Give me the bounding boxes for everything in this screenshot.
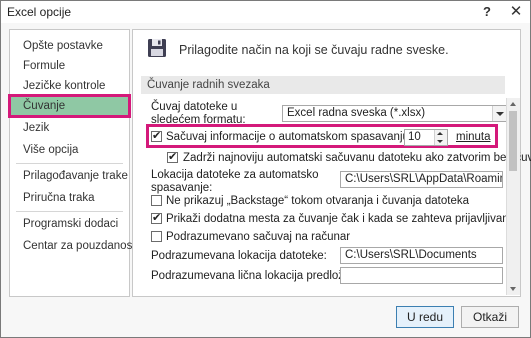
chevron-down-icon	[492, 106, 507, 121]
sidebar-item-advanced[interactable]: Više opcija	[10, 140, 129, 160]
sidebar-item-customize-ribbon[interactable]: Prilagođavanje trake	[10, 166, 129, 186]
save-to-computer-checkbox[interactable]	[151, 231, 162, 242]
save-format-dropdown[interactable]: Excel radna sveska (*.xlsx)	[282, 105, 508, 122]
options-scrollbar[interactable]	[506, 98, 520, 295]
close-icon[interactable]: ✕	[502, 1, 530, 23]
default-templates-location-input[interactable]	[340, 267, 503, 284]
no-backstage-label: Ne prikazuj „Backstage“ tokom otvaranja …	[166, 195, 469, 207]
default-local-location-input[interactable]: C:\Users\SRL\Documents	[340, 247, 503, 264]
options-sidebar: Opšte postavke Formule Jezičke kontrole …	[8, 29, 136, 297]
autosave-unit-label: minuta	[456, 131, 491, 143]
page-header: Prilagodite način na koji se čuvaju radn…	[179, 43, 449, 57]
show-additional-places-checkbox[interactable]	[151, 211, 162, 224]
sidebar-item-formulas[interactable]: Formule	[10, 56, 129, 76]
title-bar: Excel opcije ? ✕	[1, 1, 530, 23]
autosave-minutes-spinner[interactable]: 10	[404, 129, 448, 146]
autorecover-location-input[interactable]: C:\Users\SRL\AppData\Roaming\Microsoft\E…	[340, 171, 503, 188]
default-local-location-label: Podrazumevana lokacija datoteke:	[151, 250, 327, 262]
autorecover-location-label: Lokacija datoteke za automatsko spasavan…	[151, 169, 319, 194]
scroll-thumb[interactable]	[509, 111, 517, 171]
help-icon[interactable]: ?	[474, 1, 500, 23]
autosave-label: Sačuvaj informacije o automatskom spasav…	[166, 131, 445, 143]
excel-options-window: Excel opcije ? ✕ Opšte postavke Formule …	[0, 0, 531, 338]
save-format-value: Excel radna sveska (*.xlsx)	[287, 107, 426, 119]
ok-button[interactable]: U redu	[396, 306, 454, 328]
sidebar-item-language[interactable]: Jezik	[10, 118, 129, 138]
show-additional-places-label: Prikaži dodatna mesta za čuvanje čak i k…	[166, 213, 521, 225]
autosave-checkbox[interactable]	[151, 129, 162, 142]
section-title: Čuvanje radnih svezaka	[141, 76, 505, 94]
scroll-down-icon[interactable]	[510, 287, 516, 291]
sidebar-separator	[16, 163, 123, 164]
default-templates-location-label: Podrazumevana lična lokacija predložaka:	[151, 270, 366, 282]
spinner-arrows[interactable]	[434, 130, 447, 145]
no-backstage-checkbox[interactable]	[151, 195, 162, 206]
sidebar-item-save[interactable]: Čuvanje	[8, 94, 131, 118]
floppy-disk-icon	[148, 39, 166, 57]
keep-last-autosaved-label: Zadrži najnoviju automatski sačuvanu dat…	[183, 152, 531, 164]
sidebar-item-quick-access-toolbar[interactable]: Priručna traka	[10, 188, 129, 208]
keep-last-autosaved-checkbox[interactable]	[167, 150, 178, 163]
autosave-minutes-value: 10	[408, 131, 421, 143]
spinner-up-icon[interactable]	[437, 132, 443, 135]
cancel-button[interactable]: Otkaži	[461, 306, 519, 328]
sidebar-item-trust-center[interactable]: Centar za pouzdanost	[10, 236, 136, 256]
sidebar-item-general[interactable]: Opšte postavke	[10, 36, 129, 56]
sidebar-item-proofing[interactable]: Jezičke kontrole	[10, 76, 129, 96]
sidebar-separator	[16, 211, 123, 212]
sidebar-item-add-ins[interactable]: Programski dodaci	[10, 214, 129, 234]
spinner-down-icon[interactable]	[437, 140, 443, 143]
scroll-up-icon[interactable]	[510, 102, 516, 106]
save-to-computer-label: Podrazumevano sačuvaj na računar	[166, 231, 351, 243]
window-title: Excel opcije	[7, 5, 72, 19]
